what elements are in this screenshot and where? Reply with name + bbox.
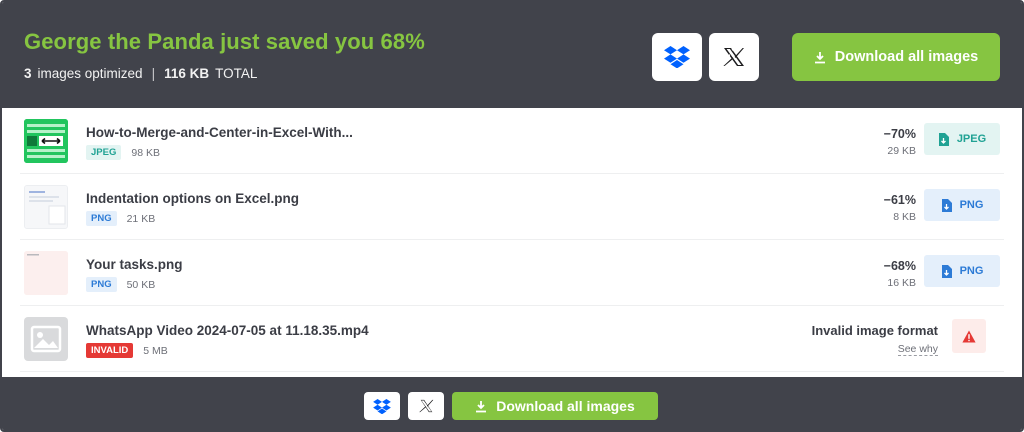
download-file-button[interactable]: PNG (924, 255, 1000, 287)
summary-line: 3 images optimized | 116 KB TOTAL (24, 66, 257, 81)
saving-percent: −70% (883, 127, 916, 141)
error-message: Invalid image format (811, 323, 938, 338)
x-share-button[interactable] (709, 33, 759, 81)
download-all-button[interactable]: Download all images (452, 392, 658, 420)
file-type-badge: JPEG (86, 145, 122, 160)
file-row: How-to-Merge-and-Center-in-Excel-With...… (20, 108, 1004, 174)
invalid-badge: INVALID (86, 343, 134, 358)
screenshot-thumbnail-image (25, 186, 67, 228)
warning-icon (962, 330, 976, 342)
original-size: 5 MB (143, 344, 168, 357)
results-footer: Download all images (2, 377, 1022, 430)
original-size: 21 KB (126, 212, 156, 225)
file-type-badge: PNG (86, 211, 117, 226)
dropbox-icon (373, 398, 391, 414)
file-row: Indentation options on Excel.png PNG 21 … (20, 174, 1004, 240)
image-placeholder-icon (24, 317, 68, 361)
download-format-label: JPEG (956, 133, 987, 145)
optimized-label: images optimized (37, 66, 143, 81)
file-download-icon (938, 132, 949, 146)
file-thumbnail (24, 185, 68, 229)
saving-percent: −61% (883, 193, 916, 207)
results-panel: George the Panda just saved you 68% 3 im… (0, 0, 1024, 432)
file-row: WhatsApp Video 2024-07-05 at 11.18.35.mp… (20, 306, 1004, 372)
download-all-button[interactable]: Download all images (792, 33, 1000, 81)
optimized-size: 29 KB (887, 145, 916, 157)
dropbox-button[interactable] (652, 33, 702, 81)
download-file-button[interactable]: PNG (924, 189, 1000, 221)
download-icon (476, 400, 487, 412)
download-all-label: Download all images (834, 49, 979, 65)
file-thumbnail (24, 251, 68, 295)
download-file-button[interactable]: JPEG (924, 123, 1000, 155)
download-icon (814, 51, 825, 63)
dropbox-icon (664, 46, 690, 68)
total-label: TOTAL (215, 66, 258, 81)
file-list: How-to-Merge-and-Center-in-Excel-With...… (2, 108, 1022, 372)
download-format-label: PNG (959, 265, 984, 277)
original-size: 98 KB (131, 146, 160, 159)
total-size: 116 KB (164, 66, 210, 81)
x-icon (418, 399, 433, 413)
file-name: Your tasks.png (86, 257, 183, 272)
file-row: Your tasks.png PNG 50 KB −68% 16 KB PNG (20, 240, 1004, 306)
optimized-size: 8 KB (893, 211, 916, 223)
summary-separator: | (151, 66, 156, 81)
x-share-button[interactable] (408, 392, 444, 420)
savings-title: George the Panda just saved you 68% (24, 29, 425, 54)
original-size: 50 KB (126, 278, 156, 291)
warning-button[interactable] (952, 319, 986, 353)
download-format-label: PNG (959, 199, 984, 211)
optimized-size: 16 KB (887, 277, 916, 289)
file-meta: INVALID 5 MB (86, 343, 168, 358)
see-why-link[interactable]: See why (897, 343, 938, 356)
dropbox-button[interactable] (364, 392, 400, 420)
file-name: How-to-Merge-and-Center-in-Excel-With... (86, 125, 353, 140)
file-meta: PNG 50 KB (86, 277, 155, 292)
file-name: Indentation options on Excel.png (86, 191, 299, 206)
x-icon (723, 48, 744, 66)
tasks-thumbnail-image (24, 251, 68, 295)
excel-thumbnail-image (24, 119, 68, 163)
results-header: George the Panda just saved you 68% 3 im… (2, 2, 1022, 108)
saving-percent: −68% (883, 259, 916, 273)
file-type-badge: PNG (86, 277, 117, 292)
download-all-label: Download all images (496, 398, 635, 414)
file-name: WhatsApp Video 2024-07-05 at 11.18.35.mp… (86, 323, 369, 338)
file-meta: JPEG 98 KB (86, 145, 160, 160)
file-meta: PNG 21 KB (86, 211, 155, 226)
file-download-icon (941, 198, 952, 212)
file-thumbnail (24, 119, 68, 163)
optimized-count: 3 (24, 66, 32, 81)
file-download-icon (941, 264, 952, 278)
